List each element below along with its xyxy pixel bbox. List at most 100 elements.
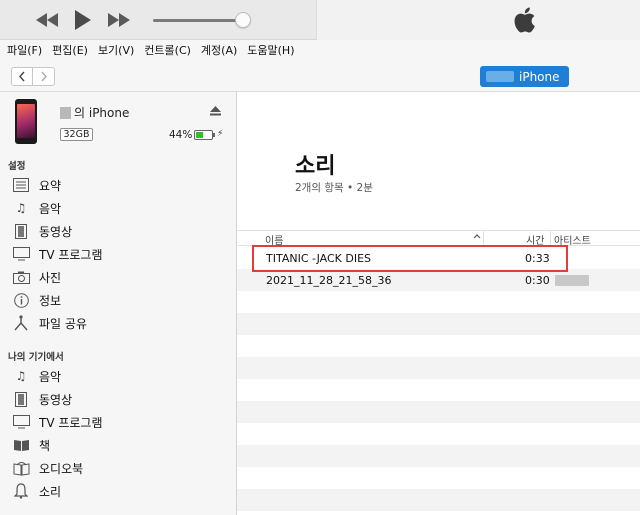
sidebar-item-label: 책 [39,438,51,453]
sidebar-item-label: 소리 [39,484,62,499]
sidebar-item-device-music[interactable]: ♫ 음악 [11,365,231,387]
sidebar-item-label: 동영상 [39,392,73,407]
camera-icon [11,268,31,286]
sidebar-item-device-books[interactable]: 책 [11,434,231,456]
menu-edit[interactable]: 편집(E) [52,42,88,58]
table-header: 이름 시간 아티스트 [237,230,640,247]
empty-row [237,467,640,489]
battery-percent: 44% [169,129,193,141]
empty-row [237,423,640,445]
summary-icon [11,176,31,194]
film-icon [11,390,31,408]
sort-ascending-icon[interactable] [473,231,481,246]
menu-account[interactable]: 계정(A) [201,42,237,58]
sidebar-item-label: 사진 [39,270,62,285]
tv-icon [11,413,31,431]
empty-row [237,313,640,335]
sidebar-item-label: TV 프로그램 [39,247,103,262]
menu-controls[interactable]: 컨트롤(C) [144,42,191,58]
menu-bar: 파일(F) 편집(E) 보기(V) 컨트롤(C) 계정(A) 도움말(H) [0,40,640,60]
bell-icon [11,482,31,500]
chevron-right-icon [40,71,47,82]
column-header-name[interactable]: 이름 [265,232,283,247]
column-header-artist[interactable]: 아티스트 [554,232,591,247]
empty-row [237,445,640,467]
menu-help[interactable]: 도움말(H) [247,42,294,58]
device-button-label: iPhone [519,69,560,84]
empty-row [237,489,640,511]
sidebar-item-label: 음악 [39,201,62,216]
menu-file[interactable]: 파일(F) [7,42,42,58]
sidebar-item-label: 요약 [39,178,62,193]
device-name: 의 iPhone [60,104,129,121]
menu-view[interactable]: 보기(V) [98,42,134,58]
sidebar-item-info[interactable]: 정보 [11,289,231,311]
back-button[interactable] [11,67,33,86]
sidebar-item-label: 음악 [39,369,62,384]
battery-icon [194,130,215,140]
film-icon [11,222,31,240]
page-subtitle: 2개의 항목 • 2분 [295,182,373,194]
column-divider [483,231,484,245]
volume-knob[interactable] [235,12,251,28]
settings-section-header: 설정 [8,161,26,172]
sidebar-item-photos[interactable]: 사진 [11,266,231,288]
status-display [316,0,640,40]
chevron-left-icon [19,71,25,82]
forward-button[interactable] [33,67,55,86]
empty-row [237,379,640,401]
player-bar [0,0,640,40]
capacity-badge: 32GB [60,128,93,141]
info-icon [11,291,31,309]
device-button[interactable]: iPhone [480,66,569,87]
eject-icon[interactable] [210,105,221,119]
sidebar-item-label: 오디오북 [39,461,84,476]
sidebar-item-label: TV 프로그램 [39,415,103,430]
music-note-icon: ♫ [15,201,27,215]
charging-icon: ⚡ [217,129,224,139]
table-body: TITANIC -JACK DIES 0:33 2021_11_28_21_58… [237,247,640,511]
cell-artist-redacted [555,275,589,286]
audiobook-icon [11,459,31,477]
volume-slider[interactable] [153,19,245,22]
page-title: 소리 [295,154,336,179]
sidebar-item-tv-shows[interactable]: TV 프로그램 [11,243,231,265]
apple-logo-icon [512,6,536,37]
play-icon[interactable] [72,9,94,31]
cell-time: 0:30 [525,274,550,287]
sidebar-item-label: 동영상 [39,224,73,239]
table-row[interactable]: TITANIC -JACK DIES 0:33 [237,247,640,269]
empty-row [237,401,640,423]
table-row[interactable]: 2021_11_28_21_58_36 0:30 [237,269,640,291]
main-content: 소리 2개의 항목 • 2분 이름 시간 아티스트 TITANIC -JACK … [237,92,640,515]
column-divider [550,231,551,245]
music-note-icon: ♫ [15,369,27,383]
rewind-icon[interactable] [34,9,60,31]
sidebar-item-device-movies[interactable]: 동영상 [11,388,231,410]
sidebar-item-device-tones[interactable]: 소리 [11,480,231,502]
column-header-time[interactable]: 시간 [526,232,544,247]
empty-row [237,291,640,313]
book-icon [11,436,31,454]
tv-icon [11,245,31,263]
empty-row [237,335,640,357]
sidebar-item-label: 정보 [39,293,62,308]
cell-name: 2021_11_28_21_58_36 [266,274,392,287]
file-sharing-icon [11,314,31,332]
empty-row [237,357,640,379]
fast-forward-icon[interactable] [106,9,132,31]
sidebar-item-music[interactable]: ♫ 음악 [11,197,231,219]
sidebar-item-summary[interactable]: 요약 [11,174,231,196]
sidebar: 의 iPhone 32GB 44% ⚡ 설정 요약 ♫ 음악 동영상 TV 프로… [0,92,237,515]
on-my-device-section-header: 나의 기기에서 [8,352,64,363]
cell-time: 0:33 [525,252,550,265]
sidebar-item-movies[interactable]: 동영상 [11,220,231,242]
sidebar-item-file-sharing[interactable]: 파일 공유 [11,312,231,334]
iphone-thumbnail-icon [15,99,37,144]
device-owner-redacted [486,71,514,82]
device-name-label: 의 iPhone [74,106,130,120]
sidebar-item-device-tv-shows[interactable]: TV 프로그램 [11,411,231,433]
sidebar-item-device-audiobooks[interactable]: 오디오북 [11,457,231,479]
device-owner-redacted [60,106,71,119]
sidebar-item-label: 파일 공유 [39,316,87,331]
